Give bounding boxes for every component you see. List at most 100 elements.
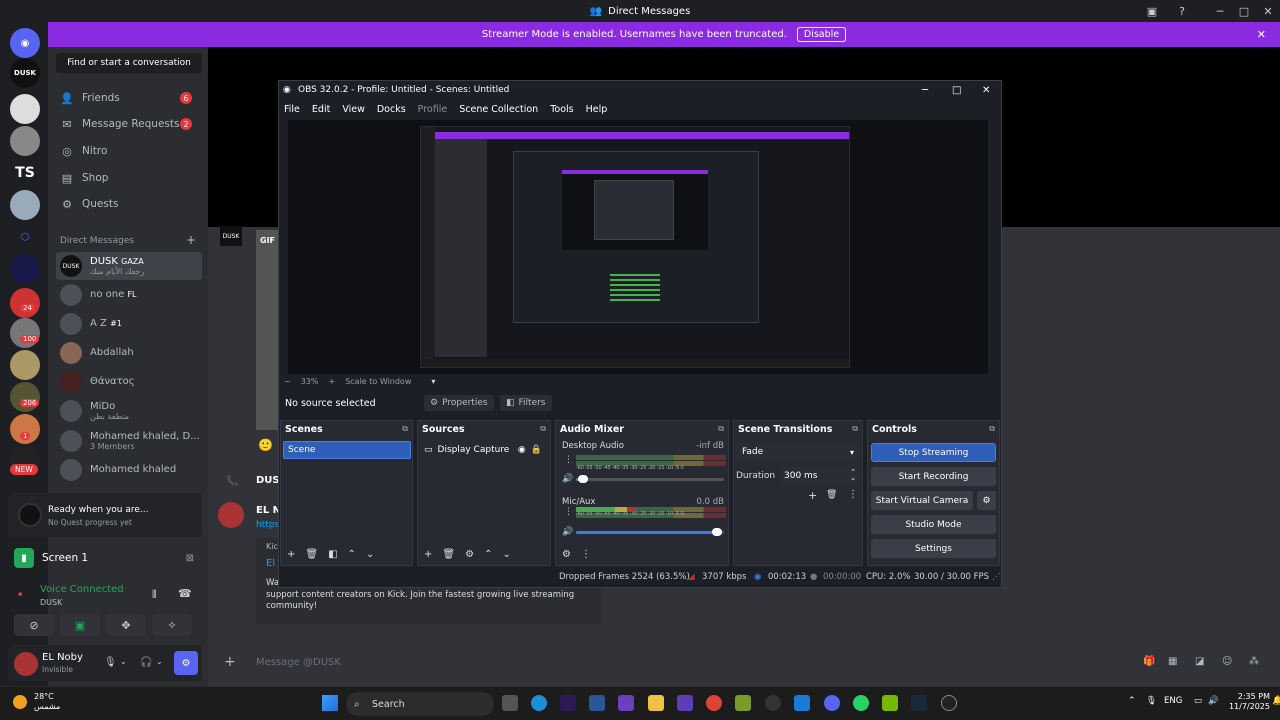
nvidia-icon[interactable]: [882, 695, 898, 711]
nav-quests[interactable]: ⚙ Quests: [60, 194, 200, 214]
gift-icon[interactable]: 🎁: [1143, 656, 1155, 667]
author-avatar[interactable]: [218, 502, 244, 528]
scene-filters-icon[interactable]: ◧: [328, 549, 337, 560]
server-icon[interactable]: [10, 382, 40, 412]
menu-profile[interactable]: Profile: [418, 104, 448, 115]
discord-taskbar-icon[interactable]: [824, 695, 840, 711]
minimize-button[interactable]: ─: [1208, 0, 1232, 22]
taskbar-search[interactable]: ⌕ Search: [346, 692, 494, 716]
menu-docks[interactable]: Docks: [377, 104, 406, 115]
slider-knob[interactable]: [578, 475, 588, 483]
message-link[interactable]: https: [256, 520, 279, 530]
obs-taskbar-icon[interactable]: [941, 695, 957, 711]
steam-icon[interactable]: [911, 695, 927, 711]
duration-input[interactable]: 300 ms ⌃ ⌄: [780, 467, 860, 485]
vs-icon[interactable]: [677, 695, 693, 711]
help-icon[interactable]: ?: [1170, 0, 1194, 22]
source-properties-icon[interactable]: ⚙: [465, 549, 474, 560]
nav-friends[interactable]: 👤 Friends 6: [60, 88, 200, 108]
scene-item[interactable]: Scene: [283, 441, 411, 459]
author-name[interactable]: DUS: [256, 475, 280, 486]
server-icon[interactable]: ⬡: [10, 222, 40, 252]
dm-item[interactable]: A Z #1: [56, 310, 202, 338]
stop-streaming-button[interactable]: Stop Streaming: [871, 443, 996, 462]
add-transition-icon[interactable]: +: [808, 489, 817, 502]
dm-item[interactable]: DUSK DUSK GAZA رجعك الأيام منك: [56, 252, 202, 280]
language-indicator[interactable]: ENG: [1164, 696, 1182, 706]
add-scene-icon[interactable]: +: [287, 549, 295, 560]
gif-icon[interactable]: ▦: [1168, 656, 1177, 667]
zoom-in-icon[interactable]: +: [328, 377, 335, 386]
embed-title[interactable]: El: [266, 558, 275, 569]
gif-attachment[interactable]: GIF: [256, 230, 278, 430]
chevron-down-icon[interactable]: ⌄: [120, 657, 127, 666]
author-avatar[interactable]: DUSK: [220, 226, 242, 246]
remove-scene-icon[interactable]: 🗑: [305, 549, 318, 560]
speaker-icon[interactable]: 🔊: [562, 474, 573, 484]
message-input[interactable]: Message @DUSK: [246, 650, 1166, 674]
activities-button[interactable]: ✥: [106, 614, 146, 636]
properties-button[interactable]: ⚙ Properties: [424, 395, 494, 411]
chevron-up-icon[interactable]: ⌃: [1128, 696, 1136, 706]
apps-icon[interactable]: ⁂: [1249, 656, 1259, 667]
stop-share-icon[interactable]: ⊠: [186, 553, 194, 564]
user-avatar[interactable]: [14, 652, 38, 676]
server-icon[interactable]: [10, 126, 40, 156]
obs-maximize-button[interactable]: □: [952, 85, 961, 96]
app-icon[interactable]: [735, 695, 751, 711]
visibility-eye-icon[interactable]: ◉: [518, 445, 526, 455]
undock-icon[interactable]: ⧉: [540, 424, 546, 434]
volume-tray-icon[interactable]: 🔊: [1208, 696, 1219, 706]
chrome-icon[interactable]: [706, 695, 722, 711]
undock-icon[interactable]: ⧉: [989, 424, 995, 434]
menu-edit[interactable]: Edit: [312, 104, 330, 115]
move-up-icon[interactable]: ⌃: [484, 549, 492, 560]
start-recording-button[interactable]: Start Recording: [871, 467, 996, 486]
dm-item[interactable]: no one FL: [56, 281, 202, 309]
slider-knob[interactable]: [712, 528, 722, 536]
dm-item[interactable]: Abdallah: [56, 339, 202, 367]
add-source-icon[interactable]: +: [424, 549, 432, 560]
app-icon[interactable]: [794, 695, 810, 711]
server-icon[interactable]: [10, 288, 40, 318]
server-icon[interactable]: [10, 350, 40, 380]
file-explorer-icon[interactable]: [648, 695, 664, 711]
remove-transition-icon[interactable]: 🗑: [826, 490, 837, 500]
voice-channel[interactable]: DUSK: [40, 598, 62, 607]
kebab-menu-icon[interactable]: ⋮: [581, 549, 591, 560]
dm-item[interactable]: Mohamed khaled, D... 3 Members: [56, 427, 202, 455]
move-up-icon[interactable]: ⌃: [348, 549, 356, 560]
menu-view[interactable]: View: [342, 104, 365, 115]
source-item[interactable]: ▭ Display Capture ◉ 🔒: [420, 441, 548, 459]
soundboard-button[interactable]: ✧: [152, 614, 192, 636]
inbox-icon[interactable]: ▣: [1140, 0, 1164, 22]
discord-home-icon[interactable]: ◉: [10, 28, 40, 58]
dm-item[interactable]: Mohamed khaled: [56, 456, 202, 484]
server-dusk[interactable]: DUSK: [10, 58, 40, 88]
move-down-icon[interactable]: ⌄: [366, 549, 374, 560]
screen-share-panel[interactable]: ▮ Screen 1 ⊠: [8, 545, 202, 571]
attach-plus-icon[interactable]: +: [224, 654, 236, 670]
kebab-menu-icon[interactable]: ⋮: [564, 455, 573, 465]
obs-minimize-button[interactable]: ─: [922, 85, 928, 96]
settings-button[interactable]: Settings: [871, 539, 996, 558]
microphone-tray-icon[interactable]: 🎙: [1146, 696, 1157, 706]
notifications-icon[interactable]: 🔔: [1272, 696, 1280, 706]
weather-widget[interactable]: 28°C مشمس: [34, 692, 60, 711]
disable-button[interactable]: Disable: [796, 27, 847, 42]
store-icon[interactable]: [589, 695, 605, 711]
scale-mode[interactable]: Scale to Window: [345, 377, 411, 386]
maximize-button[interactable]: □: [1232, 0, 1256, 22]
menu-file[interactable]: File: [284, 104, 300, 115]
start-button[interactable]: [322, 695, 338, 711]
dm-item[interactable]: Θάνατος: [56, 368, 202, 396]
media-player-icon[interactable]: [765, 695, 781, 711]
dm-item[interactable]: MiDo متطفة بطن: [56, 397, 202, 425]
studio-mode-button[interactable]: Studio Mode: [871, 515, 996, 534]
weather-sun-icon[interactable]: [13, 695, 27, 709]
whatsapp-icon[interactable]: [853, 695, 869, 711]
noise-suppression-icon[interactable]: ⫴: [152, 588, 157, 602]
obs-close-button[interactable]: ✕: [982, 85, 990, 96]
server-icon[interactable]: [10, 318, 40, 348]
resize-grip-icon[interactable]: ⋰: [992, 572, 1001, 582]
